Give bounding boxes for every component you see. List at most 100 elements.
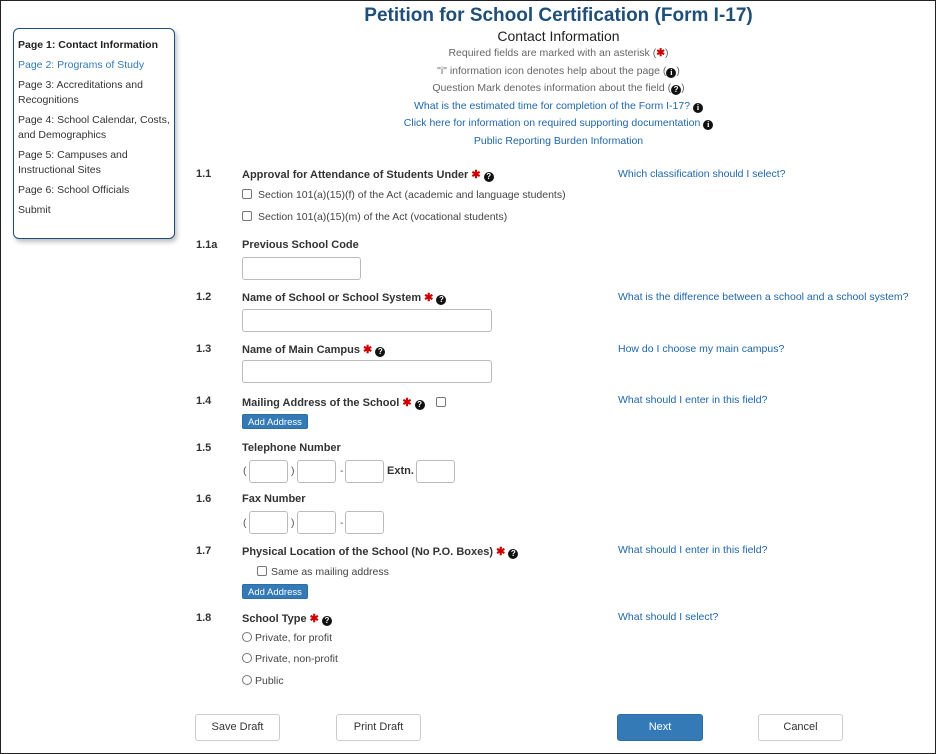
question-note-text: Question Mark denotes information about … bbox=[432, 82, 672, 94]
question-icon[interactable]: ? bbox=[508, 549, 519, 559]
option-section-m[interactable]: Section 101(a)(15)(m) of the Act (vocati… bbox=[242, 211, 507, 223]
add-physical-address-button[interactable]: Add Address bbox=[242, 584, 308, 599]
radio-for-profit[interactable] bbox=[242, 632, 252, 642]
save-draft-button[interactable]: Save Draft bbox=[195, 714, 280, 741]
field-number-1-7: 1.7 bbox=[196, 545, 212, 557]
field-number-1-8: 1.8 bbox=[196, 612, 212, 624]
phone-extension-label: Extn. bbox=[387, 465, 414, 477]
approval-label-text: Approval for Attendance of Students Unde… bbox=[242, 169, 469, 181]
required-asterisk-icon: ✱ bbox=[424, 292, 434, 304]
field-label-telephone: Telephone Number bbox=[242, 442, 341, 454]
burden-info-link[interactable]: Public Reporting Burden Information bbox=[186, 133, 931, 151]
field-label-fax: Fax Number bbox=[242, 493, 306, 505]
physical-location-label-text: Physical Location of the School (No P.O.… bbox=[242, 546, 494, 558]
required-asterisk-icon: ✱ bbox=[309, 613, 319, 625]
question-icon[interactable]: ? bbox=[321, 616, 332, 626]
phone-line-input[interactable] bbox=[345, 460, 384, 483]
field-label-main-campus: Name of Main Campus ✱ ? bbox=[242, 343, 386, 357]
sidebar-item-contact-information[interactable]: Page 1: Contact Information bbox=[18, 38, 170, 53]
info-note-suffix: ) bbox=[676, 64, 680, 77]
info-icon: i bbox=[666, 67, 677, 78]
phone-prefix-input[interactable] bbox=[297, 460, 336, 483]
question-note-suffix: ) bbox=[681, 82, 685, 94]
question-icon[interactable]: ? bbox=[483, 172, 494, 182]
help-link-physical-location[interactable]: What should I enter in this field? bbox=[618, 544, 767, 556]
mailing-address-checkbox[interactable] bbox=[435, 397, 446, 407]
previous-school-code-input[interactable] bbox=[242, 257, 361, 280]
fax-prefix-input[interactable] bbox=[297, 511, 336, 534]
phone-dash: - bbox=[340, 465, 344, 477]
school-name-input[interactable] bbox=[242, 309, 492, 332]
fax-close-paren: ) bbox=[291, 517, 295, 529]
help-link-main-campus[interactable]: How do I choose my main campus? bbox=[618, 343, 784, 355]
question-icon-note: Question Mark denotes information about … bbox=[186, 80, 931, 98]
school-type-option-for-profit[interactable]: Private, for profit bbox=[242, 632, 332, 644]
same-as-mailing-checkbox[interactable] bbox=[257, 566, 267, 576]
field-number-1-1a: 1.1a bbox=[196, 239, 218, 251]
estimated-time-link[interactable]: What is the estimated time for completio… bbox=[186, 98, 931, 116]
required-asterisk-icon: ✱ bbox=[496, 546, 506, 558]
radio-for-profit-label[interactable]: Private, for profit bbox=[255, 632, 332, 644]
field-label-approval: Approval for Attendance of Students Unde… bbox=[242, 168, 494, 182]
help-link-classification[interactable]: Which classification should I select? bbox=[618, 168, 786, 180]
required-asterisk-icon: ✱ bbox=[471, 169, 481, 181]
page-frame: Page 1: Contact Information Page 2: Prog… bbox=[0, 0, 936, 754]
field-number-1-2: 1.2 bbox=[196, 291, 212, 303]
info-icon[interactable]: i bbox=[703, 120, 714, 130]
add-mailing-address-button[interactable]: Add Address bbox=[242, 414, 308, 429]
help-link-school-type[interactable]: What should I select? bbox=[618, 611, 718, 623]
print-draft-button[interactable]: Print Draft bbox=[336, 714, 421, 741]
field-number-1-6: 1.6 bbox=[196, 493, 212, 505]
school-type-option-public[interactable]: Public bbox=[242, 675, 284, 687]
radio-public-label[interactable]: Public bbox=[255, 675, 284, 687]
same-as-mailing-label[interactable]: Same as mailing address bbox=[271, 566, 389, 578]
sidebar-item-calendar-costs[interactable]: Page 4: School Calendar, Costs, and Demo… bbox=[18, 113, 170, 143]
phone-area-code-input[interactable] bbox=[249, 460, 288, 483]
option-section-f-label[interactable]: Section 101(a)(15)(f) of the Act (academ… bbox=[258, 189, 566, 201]
same-as-mailing-option[interactable]: Same as mailing address bbox=[257, 566, 389, 578]
info-note-text: "i" information icon denotes help about … bbox=[437, 64, 667, 77]
field-number-1-5: 1.5 bbox=[196, 442, 212, 454]
help-link-school-vs-system[interactable]: What is the difference between a school … bbox=[618, 291, 908, 303]
radio-public[interactable] bbox=[242, 675, 252, 685]
sidebar-item-accreditations[interactable]: Page 3: Accreditations and Recognitions bbox=[18, 78, 170, 108]
phone-close-paren: ) bbox=[291, 465, 295, 477]
checkbox-section-m[interactable] bbox=[242, 211, 252, 221]
radio-non-profit[interactable] bbox=[242, 653, 252, 663]
sidebar-nav: Page 1: Contact Information Page 2: Prog… bbox=[13, 28, 175, 239]
sidebar-item-school-officials[interactable]: Page 6: School Officials bbox=[18, 183, 170, 198]
field-number-1-4: 1.4 bbox=[196, 395, 212, 407]
estimated-time-link-text[interactable]: What is the estimated time for completio… bbox=[414, 100, 690, 112]
sidebar-item-campuses[interactable]: Page 5: Campuses and Instructional Sites bbox=[18, 148, 170, 178]
mailing-address-label-text: Mailing Address of the School bbox=[242, 397, 400, 409]
main-campus-label-text: Name of Main Campus bbox=[242, 344, 360, 356]
question-icon[interactable]: ? bbox=[414, 400, 425, 410]
field-label-previous-school-code: Previous School Code bbox=[242, 239, 359, 251]
field-number-1-3: 1.3 bbox=[196, 343, 212, 355]
radio-non-profit-label[interactable]: Private, non-profit bbox=[255, 653, 338, 665]
phone-open-paren: ( bbox=[243, 465, 247, 477]
fax-dash: - bbox=[340, 517, 344, 529]
fax-line-input[interactable] bbox=[345, 511, 384, 534]
option-section-m-label[interactable]: Section 101(a)(15)(m) of the Act (vocati… bbox=[258, 211, 507, 223]
required-asterisk-icon: ✱ bbox=[402, 397, 412, 409]
sidebar-item-programs-of-study[interactable]: Page 2: Programs of Study bbox=[18, 58, 170, 73]
next-button[interactable]: Next bbox=[617, 714, 703, 741]
help-link-mailing-address[interactable]: What should I enter in this field? bbox=[618, 394, 767, 406]
supporting-docs-link[interactable]: Click here for information on required s… bbox=[186, 115, 931, 133]
cancel-button[interactable]: Cancel bbox=[758, 714, 843, 741]
phone-extension-input[interactable] bbox=[416, 460, 455, 483]
info-icon[interactable]: i bbox=[692, 102, 703, 113]
option-section-f[interactable]: Section 101(a)(15)(f) of the Act (academ… bbox=[242, 189, 566, 201]
main-campus-input[interactable] bbox=[242, 360, 492, 383]
question-icon: ? bbox=[671, 85, 682, 95]
supporting-docs-link-text[interactable]: Click here for information on required s… bbox=[404, 117, 701, 129]
sidebar-item-submit[interactable]: Submit bbox=[18, 203, 170, 218]
question-icon[interactable]: ? bbox=[375, 347, 386, 357]
checkbox-section-f[interactable] bbox=[242, 189, 252, 199]
fax-area-code-input[interactable] bbox=[249, 511, 288, 534]
field-label-school-type: School Type ✱ ? bbox=[242, 612, 332, 626]
school-type-option-non-profit[interactable]: Private, non-profit bbox=[242, 653, 338, 665]
school-type-label-text: School Type bbox=[242, 613, 307, 625]
question-icon[interactable]: ? bbox=[436, 295, 447, 305]
